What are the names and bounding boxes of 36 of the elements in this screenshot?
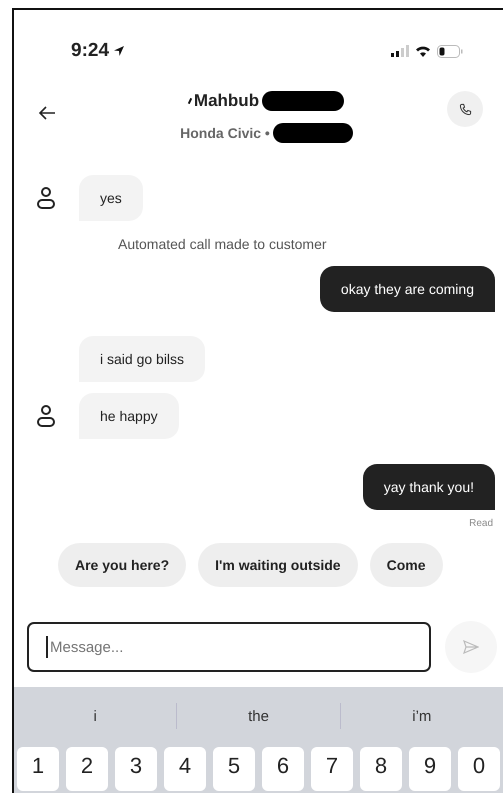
- location-arrow-icon: [113, 45, 126, 57]
- keyboard-key[interactable]: 8: [360, 747, 402, 791]
- keyboard-key[interactable]: 0: [458, 747, 500, 791]
- vehicle-info: Honda Civic •: [180, 125, 270, 141]
- keyboard-key[interactable]: 1: [17, 747, 59, 791]
- keyboard-key[interactable]: 6: [262, 747, 304, 791]
- quick-reply-chip[interactable]: I'm waiting outside: [198, 543, 358, 587]
- quick-reply-chip[interactable]: Come: [370, 543, 442, 587]
- keyboard-key[interactable]: 4: [164, 747, 206, 791]
- call-button[interactable]: [447, 91, 483, 127]
- keyboard-key[interactable]: 5: [213, 747, 255, 791]
- redaction-mark: [188, 98, 192, 104]
- message-bubble: okay they are coming: [320, 266, 495, 312]
- keyboard-key[interactable]: 2: [66, 747, 108, 791]
- word-suggestion[interactable]: i: [14, 706, 176, 726]
- message-bubble: yay thank you!: [362, 464, 495, 510]
- system-notice: Automated call made to customer: [118, 236, 327, 252]
- battery-icon: [437, 44, 463, 58]
- status-time: 9:24: [71, 40, 110, 62]
- message-field[interactable]: Message...: [27, 622, 431, 672]
- message-bubble: yes: [79, 175, 143, 221]
- keyboard-key[interactable]: 7: [311, 747, 353, 791]
- keyboard-key[interactable]: 3: [115, 747, 157, 791]
- keyboard-key[interactable]: 9: [409, 747, 451, 791]
- signal-icon: [391, 45, 409, 57]
- back-arrow-icon[interactable]: [38, 105, 56, 121]
- message-bubble: he happy: [79, 393, 179, 439]
- driver-name: Mahbub: [194, 91, 260, 111]
- quick-reply-chip[interactable]: Are you here?: [58, 543, 186, 587]
- word-suggestion[interactable]: the: [177, 706, 340, 726]
- read-receipt: Read: [469, 518, 493, 529]
- wifi-icon: [415, 45, 431, 57]
- word-suggestion[interactable]: i’m: [340, 706, 503, 726]
- phone-icon: [458, 102, 472, 116]
- send-icon: [463, 640, 479, 654]
- message-bubble: i said go bilss: [79, 336, 206, 382]
